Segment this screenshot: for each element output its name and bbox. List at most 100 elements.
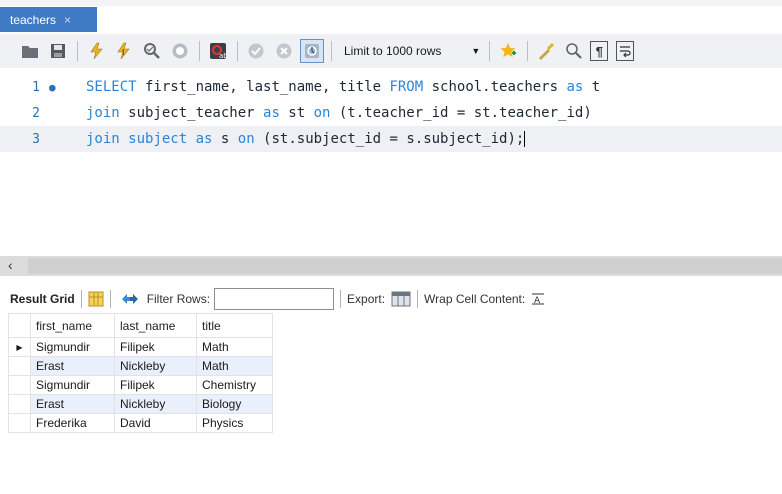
sql-keyword: join: [86, 131, 120, 147]
explain-icon[interactable]: [140, 39, 164, 63]
invisible-chars-icon[interactable]: ¶: [590, 41, 609, 61]
tab-strip: teachers ×: [0, 0, 782, 32]
table-row[interactable]: Sigmundir Filipek Chemistry: [8, 375, 273, 395]
table-cell[interactable]: Math: [196, 337, 273, 357]
editor-line[interactable]: 3 join subject as s on (st.subject_id = s…: [0, 126, 782, 152]
grid-layout-icon[interactable]: [88, 291, 104, 307]
filter-rows-input[interactable]: [214, 288, 335, 310]
table-row[interactable]: Frederika David Physics: [8, 413, 273, 433]
sql-text: school.teachers: [423, 79, 567, 95]
result-grid[interactable]: first_name last_name title ▶ Sigmundir Filipe…: [8, 313, 273, 433]
toolbar-separator: [237, 41, 238, 61]
toolbar-separator: [527, 41, 529, 61]
row-selector[interactable]: [8, 375, 31, 395]
tab-title: teachers: [10, 12, 57, 27]
grid-header-row: first_name last_name title: [8, 313, 273, 338]
beautify-icon[interactable]: [534, 39, 558, 63]
svg-text:I: I: [122, 48, 124, 57]
scrollbar-track[interactable]: [28, 258, 782, 274]
code-text: join subject_teacher as st on (t.teacher…: [86, 105, 592, 121]
table-cell[interactable]: Filipek: [114, 375, 197, 395]
limit-rows-select[interactable]: Limit to 1000 rows ▼: [340, 40, 486, 62]
filter-rows-label: Filter Rows:: [146, 292, 211, 306]
editor-line[interactable]: 1 ● SELECT first_name, last_name, title FR…: [0, 74, 782, 100]
folder-open-icon[interactable]: [18, 39, 42, 63]
sql-keyword: subject: [128, 131, 188, 147]
table-cell[interactable]: Sigmundir: [30, 375, 115, 395]
rollback-icon[interactable]: [272, 39, 296, 63]
toolbar-separator: [331, 41, 332, 61]
table-cell[interactable]: Nickleby: [114, 356, 197, 376]
toolbar-separator: [199, 41, 200, 61]
column-header-first-name[interactable]: first_name: [30, 313, 115, 338]
bookmark-add-icon[interactable]: [496, 39, 520, 63]
table-cell[interactable]: Erast: [30, 356, 115, 376]
text-cursor: [524, 131, 526, 147]
table-row[interactable]: Erast Nickleby Math: [8, 356, 273, 376]
sql-keyword: join: [86, 105, 120, 121]
sql-keyword: on: [237, 131, 255, 147]
sql-keyword: as: [195, 131, 213, 147]
find-icon[interactable]: [562, 39, 586, 63]
toolbar-separator: [77, 41, 78, 61]
toolbar-separator: [489, 41, 491, 61]
column-header-last-name[interactable]: last_name: [114, 313, 197, 338]
tab-teachers[interactable]: teachers ×: [0, 7, 97, 32]
table-row[interactable]: Erast Nickleby Biology: [8, 394, 273, 414]
table-cell[interactable]: Chemistry: [196, 375, 273, 395]
tab-close-icon[interactable]: ×: [64, 13, 71, 27]
table-cell[interactable]: Biology: [196, 394, 273, 414]
horizontal-scrollbar[interactable]: ‹: [0, 256, 782, 276]
sql-keyword: SELECT: [86, 79, 137, 95]
sql-keyword: on: [313, 105, 331, 121]
svg-text:ab: ab: [219, 52, 227, 60]
export-icon[interactable]: [391, 290, 411, 308]
execute-icon[interactable]: [84, 39, 108, 63]
editor-line[interactable]: 2 join subject_teacher as st on (t.teache…: [0, 100, 782, 126]
row-selector[interactable]: [8, 356, 31, 376]
table-cell[interactable]: Filipek: [114, 337, 197, 357]
sql-text: first_name, last_name, title: [136, 79, 390, 95]
table-cell[interactable]: Frederika: [30, 413, 115, 433]
wrap-cell-label: Wrap Cell Content:: [424, 292, 526, 306]
sql-keyword: as: [263, 105, 280, 121]
current-row-marker-icon[interactable]: ▶: [8, 337, 31, 357]
sql-text: subject_teacher: [119, 105, 264, 121]
statement-marker-icon: ●: [49, 80, 56, 94]
row-selector[interactable]: [8, 413, 31, 433]
scroll-left-icon[interactable]: ‹: [8, 257, 13, 273]
table-cell[interactable]: Erast: [30, 394, 115, 414]
code-text: SELECT first_name, last_name, title FROM…: [86, 79, 600, 95]
sql-text: (st.subject_id = s.subject_id);: [254, 131, 525, 147]
result-grid-tab[interactable]: Result Grid: [10, 292, 75, 306]
result-toolbar: Result Grid Filter Rows: Export: Wrap Ce…: [0, 284, 782, 314]
grid-corner[interactable]: [8, 313, 31, 338]
sql-text: s: [212, 131, 238, 147]
table-cell[interactable]: Sigmundir: [30, 337, 115, 357]
dropdown-arrow-icon: ▼: [471, 46, 481, 56]
commit-icon[interactable]: [244, 39, 268, 63]
table-cell[interactable]: David: [114, 413, 197, 433]
row-selector[interactable]: [8, 394, 31, 414]
toggle-autocommit-icon[interactable]: ab: [206, 39, 230, 63]
table-cell[interactable]: Nickleby: [114, 394, 197, 414]
table-row[interactable]: ▶ Sigmundir Filipek Math: [8, 337, 273, 357]
toolbar-separator: [340, 290, 342, 308]
save-icon[interactable]: [46, 39, 70, 63]
sql-keyword: as: [566, 79, 584, 95]
sql-editor[interactable]: 1 ● SELECT first_name, last_name, title FR…: [0, 68, 782, 256]
export-label: Export:: [347, 292, 386, 306]
word-wrap-icon[interactable]: [616, 41, 635, 61]
filter-icon[interactable]: [121, 292, 139, 306]
line-number: 2: [32, 105, 40, 121]
column-header-title[interactable]: title: [196, 313, 273, 338]
table-cell[interactable]: Physics: [196, 413, 273, 433]
execute-current-icon[interactable]: I: [112, 39, 136, 63]
code-text: join subject as s on (st.subject_id = s.…: [86, 131, 526, 147]
toggle-error-icon[interactable]: [300, 39, 324, 63]
wrap-cell-icon[interactable]: A: [531, 292, 545, 306]
table-cell[interactable]: Math: [196, 356, 273, 376]
stop-icon[interactable]: [168, 39, 192, 63]
